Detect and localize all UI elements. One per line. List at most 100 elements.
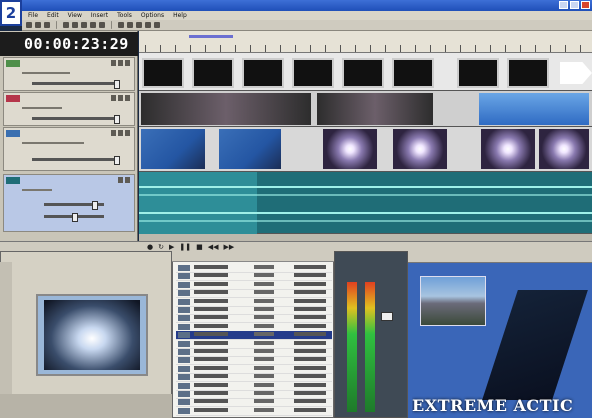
window-minimize-icon[interactable] bbox=[559, 1, 568, 9]
video-clip[interactable] bbox=[392, 58, 434, 88]
lock-icon[interactable] bbox=[125, 60, 130, 66]
mute-icon[interactable] bbox=[118, 177, 123, 183]
video-clip[interactable] bbox=[141, 129, 205, 169]
master-meter-panel bbox=[334, 251, 408, 418]
video-clip[interactable] bbox=[479, 93, 589, 125]
track-header-video-2[interactable] bbox=[3, 92, 135, 126]
media-type-cell bbox=[254, 332, 274, 337]
render-icon[interactable] bbox=[118, 22, 124, 28]
media-thumbnail bbox=[178, 349, 190, 355]
envelope-icon[interactable] bbox=[136, 22, 142, 28]
menu-edit[interactable]: Edit bbox=[47, 12, 59, 19]
lock-icon[interactable] bbox=[125, 95, 130, 101]
solo-icon[interactable] bbox=[125, 177, 130, 183]
track-header-video-1[interactable] bbox=[3, 57, 135, 91]
video-clip[interactable] bbox=[242, 58, 284, 88]
play-icon[interactable]: ▶ bbox=[169, 243, 174, 251]
volume-slider-knob[interactable] bbox=[92, 201, 98, 210]
video-clip[interactable] bbox=[539, 129, 589, 169]
video-preview-toolbar bbox=[408, 251, 592, 263]
audio-clip-selected[interactable] bbox=[139, 172, 257, 234]
menu-options[interactable]: Options bbox=[141, 12, 164, 19]
solo-icon[interactable] bbox=[118, 130, 123, 136]
lock-icon[interactable] bbox=[125, 130, 130, 136]
undo-icon[interactable] bbox=[90, 22, 96, 28]
track-lane-video-2[interactable] bbox=[139, 91, 592, 127]
solo-icon[interactable] bbox=[118, 60, 123, 66]
level-slider-knob[interactable] bbox=[114, 115, 120, 124]
video-clip[interactable] bbox=[219, 129, 281, 169]
video-clip[interactable] bbox=[457, 58, 499, 88]
media-length-cell bbox=[294, 407, 326, 412]
media-type-cell bbox=[254, 340, 274, 345]
track-name bbox=[22, 189, 52, 191]
menu-view[interactable]: View bbox=[68, 12, 82, 19]
open-project-icon[interactable] bbox=[35, 22, 41, 28]
video-clip[interactable] bbox=[192, 58, 234, 88]
track-header-audio[interactable] bbox=[3, 174, 135, 232]
video-clip[interactable] bbox=[141, 93, 311, 125]
zoom-icon[interactable] bbox=[145, 22, 151, 28]
video-clip[interactable] bbox=[317, 93, 433, 125]
ruler-tick bbox=[565, 45, 566, 52]
snap-icon[interactable] bbox=[127, 22, 133, 28]
media-name-cell bbox=[194, 340, 228, 345]
ruler-tick bbox=[415, 45, 416, 52]
track-lane-audio[interactable] bbox=[139, 172, 592, 234]
menu-file[interactable]: File bbox=[28, 12, 38, 19]
menu-insert[interactable]: Insert bbox=[91, 12, 108, 19]
menu-help[interactable]: Help bbox=[173, 12, 187, 19]
window-maximize-icon[interactable] bbox=[570, 1, 579, 9]
explorer-status-area bbox=[0, 394, 172, 418]
new-project-icon[interactable] bbox=[26, 22, 32, 28]
mute-icon[interactable] bbox=[111, 60, 116, 66]
redo-icon[interactable] bbox=[99, 22, 105, 28]
loop-region-marker[interactable] bbox=[189, 35, 233, 38]
record-icon[interactable]: ● bbox=[147, 243, 153, 251]
media-length-cell bbox=[294, 323, 326, 328]
mute-icon[interactable] bbox=[111, 130, 116, 136]
level-slider[interactable] bbox=[32, 117, 118, 120]
level-slider-knob[interactable] bbox=[114, 80, 120, 89]
ruler-tick bbox=[340, 45, 341, 52]
level-slider-knob[interactable] bbox=[114, 156, 120, 165]
pan-slider-knob[interactable] bbox=[72, 213, 78, 222]
media-list-item[interactable] bbox=[176, 407, 332, 416]
track-header-video-3[interactable] bbox=[3, 127, 135, 171]
media-length-cell bbox=[294, 382, 326, 387]
transport-bar: ● ↻ ▶ ❚❚ ■ ◀◀ ▶▶ bbox=[139, 241, 592, 251]
level-slider[interactable] bbox=[32, 82, 118, 85]
level-slider[interactable] bbox=[32, 158, 118, 161]
menu-tools[interactable]: Tools bbox=[117, 12, 132, 19]
media-name-cell bbox=[194, 332, 228, 337]
video-clip[interactable] bbox=[481, 129, 535, 169]
pause-icon[interactable]: ❚❚ bbox=[179, 243, 191, 251]
zoom-bar[interactable] bbox=[0, 241, 139, 251]
save-icon[interactable] bbox=[44, 22, 50, 28]
timeline-scrollbar[interactable] bbox=[139, 234, 592, 241]
mute-icon[interactable] bbox=[111, 95, 116, 101]
video-clip[interactable] bbox=[323, 129, 377, 169]
track-lane-video-1[interactable] bbox=[139, 53, 592, 91]
video-clip[interactable] bbox=[342, 58, 384, 88]
timeline-ruler[interactable] bbox=[139, 31, 592, 53]
master-fader-knob[interactable] bbox=[381, 312, 393, 321]
copy-icon[interactable] bbox=[72, 22, 78, 28]
help-icon[interactable] bbox=[154, 22, 160, 28]
window-close-icon[interactable] bbox=[581, 1, 590, 9]
rewind-icon[interactable]: ◀◀ bbox=[208, 243, 219, 251]
paste-icon[interactable] bbox=[81, 22, 87, 28]
video-clip[interactable] bbox=[292, 58, 334, 88]
fast-forward-icon[interactable]: ▶▶ bbox=[224, 243, 235, 251]
video-clip[interactable] bbox=[507, 58, 549, 88]
video-clip[interactable] bbox=[393, 129, 447, 169]
track-color-swatch bbox=[6, 130, 20, 137]
track-lane-video-3[interactable] bbox=[139, 127, 592, 172]
video-clip[interactable] bbox=[142, 58, 184, 88]
media-type-cell bbox=[254, 349, 274, 353]
solo-icon[interactable] bbox=[118, 95, 123, 101]
loop-icon[interactable]: ↻ bbox=[158, 243, 164, 251]
cut-icon[interactable] bbox=[63, 22, 69, 28]
ruler-tick bbox=[280, 45, 281, 52]
stop-icon[interactable]: ■ bbox=[196, 243, 203, 251]
